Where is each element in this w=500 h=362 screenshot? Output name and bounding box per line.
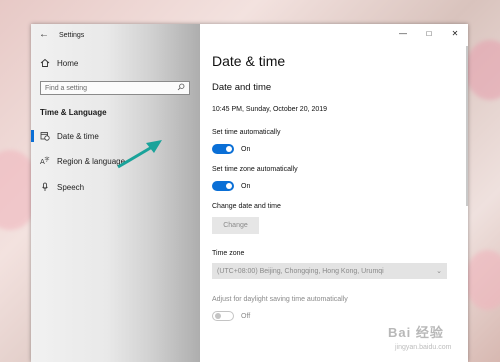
sidebar-item-label: Speech <box>57 182 85 192</box>
time-zone-select[interactable]: (UTC+08:00) Beijing, Chongqing, Hong Kon… <box>212 263 447 279</box>
sidebar-item-label: Region & language <box>57 156 126 166</box>
scrollbar[interactable] <box>466 46 468 206</box>
globe-language-icon: A字 <box>40 156 50 166</box>
window-title: Settings <box>59 31 85 39</box>
chevron-down-icon: ⌄ <box>436 268 442 275</box>
watermark-logo: Bai 经验 <box>388 325 444 340</box>
sidebar-item-date-time[interactable]: Date & time <box>31 128 200 144</box>
time-zone-value: (UTC+08:00) Beijing, Chongqing, Hong Kon… <box>217 267 384 275</box>
change-date-time-label: Change date and time <box>212 203 281 210</box>
set-timezone-auto-toggle[interactable]: On <box>212 181 250 191</box>
search-input[interactable]: Find a setting <box>40 81 190 95</box>
daylight-label: Adjust for daylight saving time automati… <box>212 296 348 303</box>
toggle-state: Off <box>241 312 251 320</box>
microphone-icon <box>40 182 50 192</box>
svg-text:字: 字 <box>45 156 50 163</box>
search-icon <box>177 83 185 93</box>
background-blossom <box>465 250 500 310</box>
toggle-switch[interactable] <box>212 311 234 321</box>
sidebar-item-region-language[interactable]: A字 Region & language <box>31 153 200 169</box>
settings-window: ← Settings Home Find a setting Time & La… <box>31 24 468 362</box>
sidebar-section-title: Time & Language <box>40 108 107 117</box>
main-content: — □ ✕ Date & time Date and time 10:45 PM… <box>200 24 468 362</box>
watermark-url: jingyan.baidu.com <box>395 344 452 351</box>
set-time-auto-label: Set time automatically <box>212 129 281 136</box>
set-timezone-auto-label: Set time zone automatically <box>212 166 298 173</box>
home-icon <box>40 58 50 68</box>
titlebar: ← Settings <box>39 28 84 42</box>
set-time-auto-toggle[interactable]: On <box>212 144 250 154</box>
calendar-clock-icon <box>40 131 50 141</box>
back-arrow-icon[interactable]: ← <box>39 30 49 40</box>
toggle-switch[interactable] <box>212 181 234 191</box>
close-button[interactable]: ✕ <box>442 24 468 42</box>
change-button[interactable]: Change <box>212 217 259 234</box>
toggle-state: On <box>241 145 251 153</box>
sidebar-item-label: Date & time <box>57 131 99 141</box>
window-controls: — □ ✕ <box>390 24 468 42</box>
sidebar-item-speech[interactable]: Speech <box>31 179 200 195</box>
time-zone-label: Time zone <box>212 250 245 257</box>
toggle-state: On <box>241 182 251 190</box>
search-placeholder: Find a setting <box>45 84 88 92</box>
nav-home[interactable]: Home <box>40 58 78 68</box>
maximize-button[interactable]: □ <box>416 24 442 42</box>
daylight-toggle[interactable]: Off <box>212 311 250 321</box>
minimize-button[interactable]: — <box>390 24 416 42</box>
toggle-switch[interactable] <box>212 144 234 154</box>
section-title: Date and time <box>212 82 272 93</box>
nav-home-label: Home <box>57 58 79 68</box>
background-blossom <box>465 40 500 100</box>
page-title: Date & time <box>212 53 286 69</box>
sidebar: ← Settings Home Find a setting Time & La… <box>31 24 200 362</box>
current-datetime: 10:45 PM, Sunday, October 20, 2019 <box>212 106 328 113</box>
